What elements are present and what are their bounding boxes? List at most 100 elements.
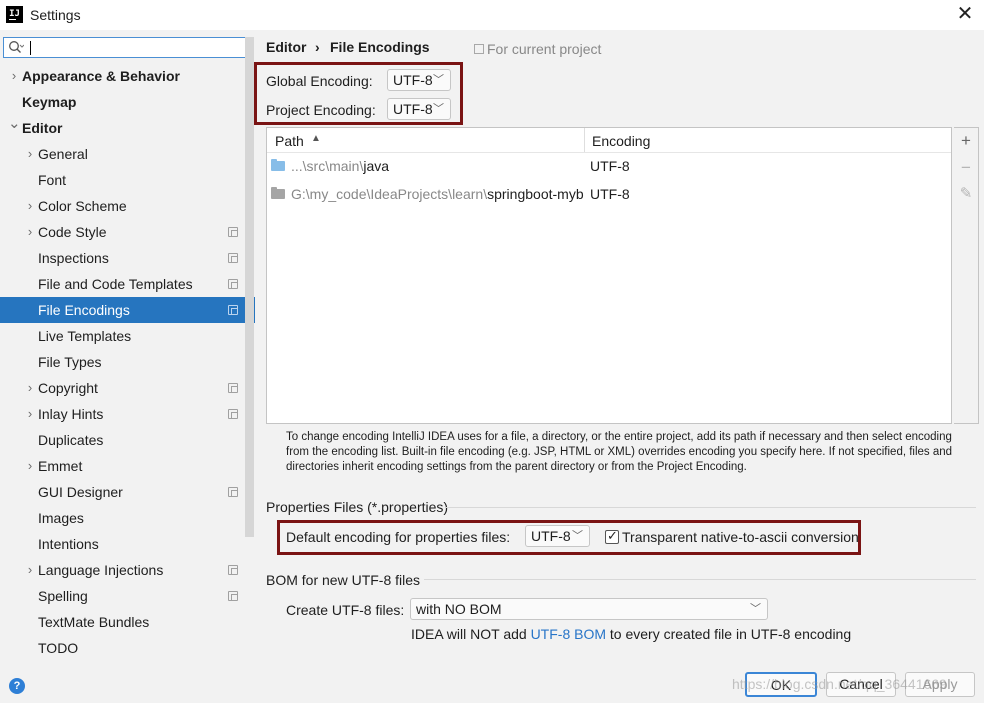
create-utf8-dropdown[interactable]: with NO BOM ﹀	[410, 598, 768, 620]
chevron-right-icon[interactable]: ›	[24, 219, 36, 245]
sidebar-item-language-injections[interactable]: › Language Injections	[0, 557, 255, 583]
add-icon[interactable]: +	[954, 128, 978, 154]
utf8-bom-link[interactable]: UTF-8 BOM	[531, 626, 606, 642]
path-name: springboot-myb	[487, 186, 584, 202]
table-row[interactable]: ...\src\main\java UTF-8	[267, 153, 951, 179]
project-encoding-dropdown[interactable]: UTF-8 ﹀	[387, 98, 451, 120]
chevron-right-icon[interactable]: ›	[24, 375, 36, 401]
path-name: java	[363, 158, 390, 174]
sidebar-item-font[interactable]: Font	[0, 167, 255, 193]
project-encoding-value: UTF-8	[393, 101, 433, 117]
path-cell: G:\my_code\IdeaProjects\learn\springboot…	[291, 186, 584, 202]
chevron-right-icon[interactable]: ›	[24, 141, 36, 167]
global-encoding-dropdown[interactable]: UTF-8 ﹀	[387, 69, 451, 91]
sidebar-item-inlay-hints[interactable]: › Inlay Hints	[0, 401, 255, 427]
create-utf8-label: Create UTF-8 files:	[286, 602, 405, 618]
sidebar-item-emmet[interactable]: › Emmet	[0, 453, 255, 479]
transparent-ascii-label[interactable]: Transparent native-to-ascii conversion	[622, 529, 859, 545]
checkmark-icon: ✓	[607, 528, 618, 543]
search-caret	[30, 41, 31, 55]
sidebar-item-label: Inlay Hints	[38, 406, 104, 422]
edit-icon[interactable]: ✎	[954, 181, 978, 207]
column-header-encoding[interactable]: Encoding	[592, 133, 650, 149]
chevron-right-icon[interactable]: ›	[8, 63, 20, 89]
search-icon[interactable]	[8, 40, 24, 55]
sidebar-item-editor[interactable]: ⌄ Editor	[0, 115, 255, 141]
sidebar-item-label: TODO	[38, 640, 79, 656]
transparent-ascii-checkbox[interactable]: ✓	[605, 528, 619, 544]
sidebar-item-file-and-code-templates[interactable]: File and Code Templates	[0, 271, 255, 297]
column-header-path[interactable]: Path	[275, 133, 304, 149]
sidebar-item-images[interactable]: Images	[0, 505, 255, 531]
title-bar: IJ Settings ✕	[0, 0, 984, 30]
project-scope-icon	[228, 409, 238, 419]
path-cell: ...\src\main\java	[291, 158, 389, 174]
sidebar-item-file-types[interactable]: File Types	[0, 349, 255, 375]
sidebar-item-label: Images	[38, 510, 84, 526]
properties-encoding-dropdown[interactable]: UTF-8 ﹀	[525, 525, 590, 547]
project-scope-icon	[228, 383, 238, 393]
chevron-right-icon[interactable]: ›	[24, 193, 36, 219]
sidebar-item-duplicates[interactable]: Duplicates	[0, 427, 255, 453]
encoding-hint-text: To change encoding IntelliJ IDEA uses fo…	[286, 431, 953, 473]
table-row[interactable]: G:\my_code\IdeaProjects\learn\springboot…	[267, 181, 951, 207]
chevron-down-icon: ﹀	[433, 74, 444, 86]
sort-ascending-icon: ▲	[311, 133, 321, 144]
chevron-right-icon[interactable]: ›	[24, 557, 36, 583]
project-scope-icon	[228, 487, 238, 497]
sidebar-item-label: Spelling	[38, 588, 88, 604]
chevron-right-icon[interactable]: ›	[24, 453, 36, 479]
chevron-down-icon[interactable]: ⌄	[8, 111, 21, 137]
sidebar-item-label: Language Injections	[38, 562, 164, 578]
close-icon[interactable]: ✕	[952, 2, 978, 28]
search-input[interactable]	[3, 37, 249, 58]
sidebar-item-live-templates[interactable]: Live Templates	[0, 323, 255, 349]
remove-icon[interactable]: −	[954, 155, 978, 181]
folder-icon	[271, 187, 285, 199]
sidebar-item-intentions[interactable]: Intentions	[0, 531, 255, 557]
project-scope-icon	[228, 565, 238, 575]
breadcrumb-separator: ›	[315, 39, 320, 55]
help-icon[interactable]: ?	[9, 678, 25, 694]
sidebar-item-spelling[interactable]: Spelling	[0, 583, 255, 609]
sidebar-item-file-encodings[interactable]: File Encodings	[0, 297, 255, 323]
sidebar-item-gui-designer[interactable]: GUI Designer	[0, 479, 255, 505]
settings-sidebar: › Appearance & Behavior Keymap ⌄ Editor › Gene…	[0, 30, 255, 663]
sidebar-item-label: Appearance & Behavior	[22, 68, 180, 84]
chevron-right-icon[interactable]: ›	[24, 401, 36, 427]
sidebar-scrollbar[interactable]	[245, 37, 254, 537]
table-toolbar: + − ✎	[954, 127, 979, 424]
bom-section-title: BOM for new UTF-8 files	[266, 572, 421, 588]
sidebar-item-general[interactable]: › General	[0, 141, 255, 167]
sidebar-item-label: General	[38, 146, 88, 162]
column-divider[interactable]	[584, 128, 585, 152]
properties-separator	[446, 507, 976, 508]
page-title: File Encodings	[330, 39, 430, 55]
sidebar-item-textmate-bundles[interactable]: TextMate Bundles	[0, 609, 255, 635]
sidebar-item-todo[interactable]: TODO	[0, 635, 255, 661]
sidebar-item-color-scheme[interactable]: › Color Scheme	[0, 193, 255, 219]
breadcrumb-parent[interactable]: Editor	[266, 39, 306, 55]
bom-note: IDEA will NOT add UTF-8 BOM to every cre…	[411, 626, 851, 642]
project-scope-icon	[228, 591, 238, 601]
project-scope-icon	[228, 253, 238, 263]
sidebar-item-label: TextMate Bundles	[38, 614, 150, 630]
sidebar-item-label: File and Code Templates	[38, 276, 193, 292]
project-scope-icon	[228, 227, 238, 237]
sidebar-item-label: Inspections	[38, 250, 109, 266]
bom-note-suffix: to every created file in UTF-8 encoding	[606, 626, 852, 642]
sidebar-item-inspections[interactable]: Inspections	[0, 245, 255, 271]
sidebar-item-label: Live Templates	[38, 328, 132, 344]
sidebar-item-code-style[interactable]: › Code Style	[0, 219, 255, 245]
encoding-cell: UTF-8	[590, 158, 630, 174]
bom-separator	[424, 579, 976, 580]
global-encoding-label: Global Encoding:	[266, 73, 373, 89]
sidebar-item-label: File Encodings	[38, 302, 130, 318]
sidebar-item-label: GUI Designer	[38, 484, 123, 500]
encodings-table: Path ▲ Encoding ...\src\main\java UTF-8 G:…	[266, 127, 952, 424]
global-encoding-value: UTF-8	[393, 72, 433, 88]
sidebar-item-keymap[interactable]: Keymap	[0, 89, 255, 115]
sidebar-item-label: Code Style	[38, 224, 107, 240]
sidebar-item-appearance-behavior[interactable]: › Appearance & Behavior	[0, 63, 255, 89]
sidebar-item-copyright[interactable]: › Copyright	[0, 375, 255, 401]
